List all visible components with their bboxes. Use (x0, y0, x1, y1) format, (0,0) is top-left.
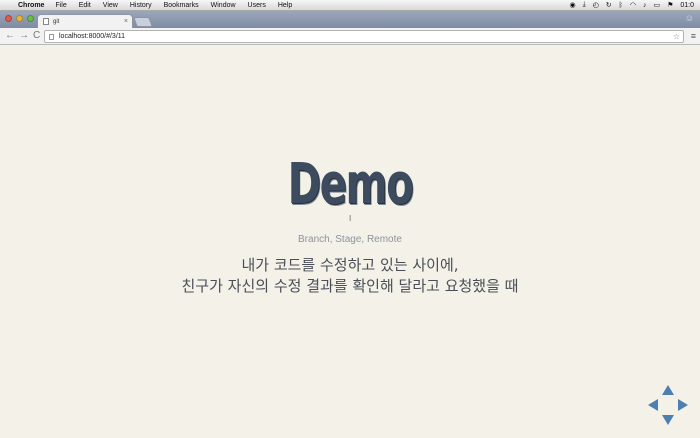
arrow-down-icon[interactable] (662, 415, 674, 425)
slide-text-line-2: 친구가 자신의 수정 결과를 확인해 달라고 요청했을 때 (181, 277, 519, 295)
download-icon[interactable]: ⤓ (583, 1, 586, 9)
url-text[interactable]: localhost:8000/#/3/11 (59, 33, 125, 40)
text-cursor-icon: I (349, 214, 352, 223)
close-window-icon[interactable] (5, 15, 12, 22)
zoom-window-icon[interactable] (27, 15, 34, 22)
slide-subtitle: Branch, Stage, Remote (298, 234, 402, 245)
bluetooth-icon[interactable]: ᛒ (619, 2, 623, 9)
tab-close-icon[interactable]: × (124, 18, 128, 25)
menu-edit[interactable]: Edit (79, 2, 91, 9)
menu-file[interactable]: File (55, 2, 66, 9)
profile-icon[interactable]: ☺ (685, 13, 694, 23)
status-area: ◉ ⤓ ◴ ↻ ᛒ ◠ ♪ ▭ ⚑ 01:0 (569, 1, 700, 9)
arrow-right-icon[interactable] (678, 399, 688, 411)
slide-title: Demo (287, 152, 414, 217)
battery-icon[interactable]: ▭ (653, 1, 660, 9)
menu-help[interactable]: Help (278, 2, 292, 9)
arrow-left-icon[interactable] (648, 399, 658, 411)
volume-icon[interactable]: ♪ (643, 2, 647, 9)
minimize-window-icon[interactable] (16, 15, 23, 22)
tab-title: git (53, 18, 60, 25)
window-controls (5, 15, 34, 22)
sync-icon[interactable]: ↻ (606, 1, 612, 9)
menu-users[interactable]: Users (248, 2, 266, 9)
flag-icon[interactable]: ⚑ (667, 1, 673, 9)
bookmark-star-icon[interactable]: ☆ (673, 32, 680, 41)
menu-window[interactable]: Window (211, 2, 236, 9)
page-favicon-icon (43, 18, 49, 25)
page-icon (49, 33, 54, 40)
menu-app-name[interactable]: Chrome (18, 2, 44, 9)
reload-button[interactable]: C (33, 30, 40, 42)
wifi-icon[interactable]: ◠ (630, 1, 636, 9)
address-bar[interactable]: localhost:8000/#/3/11 ☆ (44, 30, 684, 43)
browser-toolbar: ← → C localhost:8000/#/3/11 ☆ ≡ (0, 28, 700, 45)
menu-history[interactable]: History (130, 2, 152, 9)
eye-icon[interactable]: ◉ (569, 1, 575, 9)
menu-bar: Chrome File Edit View History Bookmarks … (0, 0, 700, 11)
forward-button[interactable]: → (19, 30, 29, 42)
menu-clock[interactable]: 01:0 (680, 2, 694, 9)
slide: Demo I Branch, Stage, Remote 내가 코드를 수정하고… (0, 46, 700, 438)
menu-view[interactable]: View (103, 2, 118, 9)
tab-strip: git × ☺ (0, 11, 700, 28)
slide-navigation-controls (648, 385, 688, 425)
new-tab-button[interactable] (133, 17, 153, 27)
clock-icon[interactable]: ◴ (593, 1, 599, 9)
slide-text-line-1: 내가 코드를 수정하고 있는 사이에, (241, 256, 459, 274)
browser-tab[interactable]: git × (37, 14, 133, 28)
arrow-up-icon[interactable] (662, 385, 674, 395)
back-button[interactable]: ← (5, 30, 15, 42)
menu-bookmarks[interactable]: Bookmarks (164, 2, 199, 9)
chrome-menu-icon[interactable]: ≡ (691, 31, 696, 41)
